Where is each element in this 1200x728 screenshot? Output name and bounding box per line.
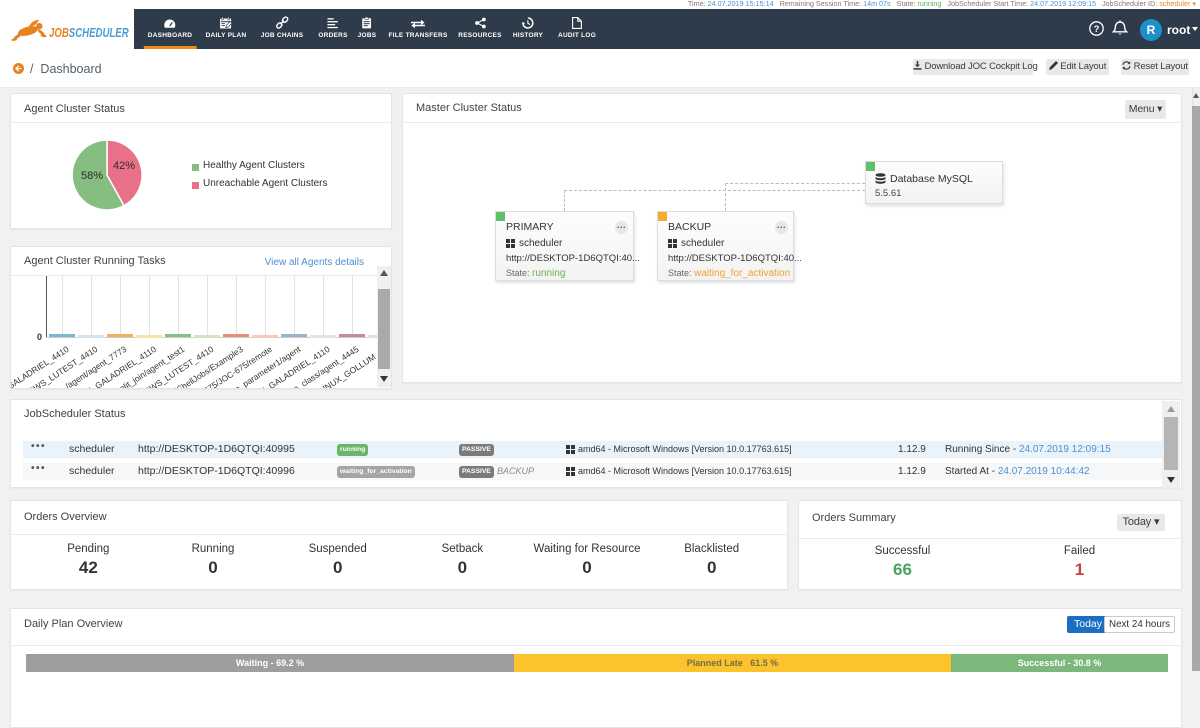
- svg-text:?: ?: [1094, 24, 1100, 35]
